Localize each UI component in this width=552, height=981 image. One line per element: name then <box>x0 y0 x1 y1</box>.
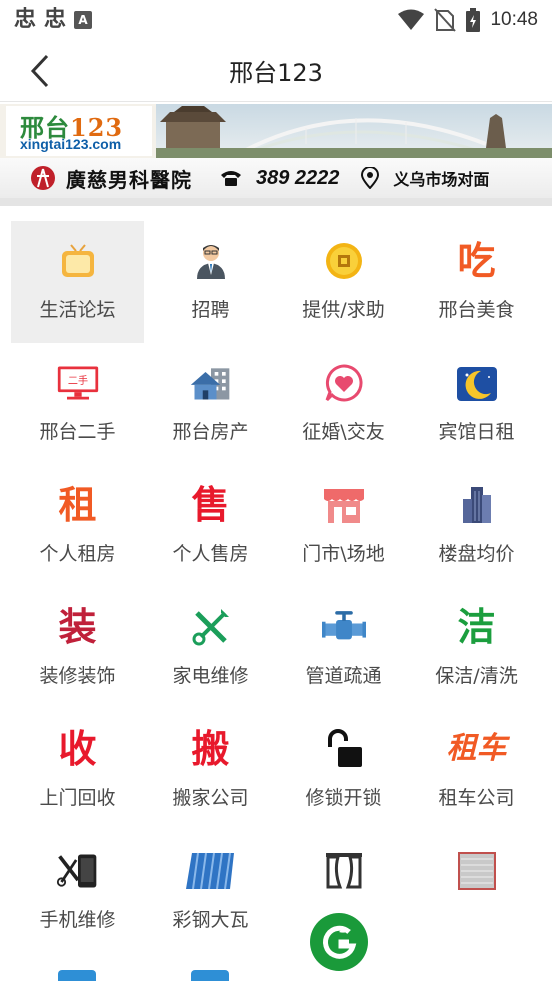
hospital-phone: 389 2222 <box>256 166 340 189</box>
moon-icon <box>455 361 499 405</box>
no-sim-icon <box>434 8 457 32</box>
car-rent-char-icon: 租车 <box>446 731 507 766</box>
hospital-address: 义乌市场对面 <box>393 170 490 189</box>
accessibility-icon: A <box>74 11 93 29</box>
clock: 10:48 <box>490 9 538 30</box>
phone-icon <box>221 171 241 186</box>
page-title: 邢台123 <box>229 59 323 87</box>
leaf-g-icon <box>323 925 357 959</box>
sell-char-icon: 售 <box>191 483 230 527</box>
partial-icon <box>191 970 229 981</box>
category-storefront[interactable]: 门市\场地 <box>277 465 410 587</box>
steel-tile-icon <box>184 849 238 893</box>
category-life-forum[interactable]: 生活论坛 <box>11 221 144 343</box>
category-label: 门市\场地 <box>302 543 385 565</box>
rent-char-icon: 租 <box>58 483 97 527</box>
category-decoration[interactable]: 装 装修装饰 <box>11 587 144 709</box>
category-pipe-cleaning[interactable]: 管道疏通 <box>277 587 410 709</box>
category-label: 修锁开锁 <box>305 787 382 809</box>
monitor-secondhand-icon: 二手 <box>56 361 100 405</box>
category-appliance-repair[interactable]: 家电维修 <box>144 587 277 709</box>
businessman-icon <box>189 239 233 283</box>
category-label: 彩钢大瓦 <box>172 909 249 931</box>
building-house-icon <box>189 361 233 405</box>
category-label: 楼盘均价 <box>438 543 515 565</box>
category-label: 手机维修 <box>39 909 116 931</box>
skyscraper-icon <box>455 483 499 527</box>
ad-banner[interactable]: 邢台123 xingtai123.com 廣慈男科醫院 389 2222 义乌市… <box>0 104 552 198</box>
category-label: 租车公司 <box>438 787 515 809</box>
wifi-icon <box>398 9 425 30</box>
category-food[interactable]: 吃 邢台美食 <box>410 221 543 343</box>
battery-icon <box>466 8 481 32</box>
clean-char-icon: 洁 <box>457 605 496 649</box>
recycle-char-icon: 收 <box>58 727 97 771</box>
category-offer-help[interactable]: 提供/求助 <box>277 221 410 343</box>
category-label: 搬家公司 <box>172 787 249 809</box>
notification-icon: 忠 <box>44 7 67 32</box>
category-label: 装修装饰 <box>39 665 116 687</box>
tools-icon <box>189 605 233 649</box>
location-pin-icon <box>361 167 380 189</box>
category-secondhand[interactable]: 二手 邢台二手 <box>11 343 144 465</box>
category-label: 保洁/清洗 <box>435 665 518 687</box>
hospital-name: 廣慈男科醫院 <box>66 167 192 192</box>
decorate-char-icon: 装 <box>58 605 97 649</box>
category-phone-repair[interactable]: 手机维修 <box>11 831 144 953</box>
category-housing-price[interactable]: 楼盘均价 <box>410 465 543 587</box>
hospital-logo-icon <box>31 166 55 190</box>
category-locksmith[interactable]: 修锁开锁 <box>277 709 410 831</box>
category-label: 征婚\交友 <box>302 421 385 443</box>
shutter-icon <box>455 849 499 893</box>
city-bridge-image <box>156 104 552 158</box>
logo-url: xingtai123.com <box>20 136 122 152</box>
category-hotel[interactable]: 宾馆日租 <box>410 343 543 465</box>
notification-icon: 忠 <box>14 7 37 32</box>
coin-icon <box>322 239 366 283</box>
category-label: 招聘 <box>191 299 230 321</box>
unlock-icon <box>322 727 366 771</box>
category-rent[interactable]: 租 个人租房 <box>11 465 144 587</box>
divider <box>0 198 552 206</box>
tv-icon <box>56 239 100 283</box>
back-button[interactable] <box>20 52 60 90</box>
category-steel-tile[interactable]: 彩钢大瓦 <box>144 831 277 953</box>
category-label: 邢台房产 <box>172 421 249 443</box>
category-jobs[interactable]: 招聘 <box>144 221 277 343</box>
category-sell-house[interactable]: 售 个人售房 <box>144 465 277 587</box>
storefront-icon <box>322 483 366 527</box>
category-shutter[interactable] <box>410 831 543 953</box>
category-label: 上门回收 <box>39 787 116 809</box>
category-label: 家电维修 <box>172 665 249 687</box>
category-cleaning[interactable]: 洁 保洁/清洗 <box>410 587 543 709</box>
curtain-icon <box>322 849 366 893</box>
category-recycling[interactable]: 收 上门回收 <box>11 709 144 831</box>
category-label: 宾馆日租 <box>438 421 515 443</box>
category-car-rental[interactable]: 租车 租车公司 <box>410 709 543 831</box>
move-char-icon: 搬 <box>191 727 230 771</box>
category-grid: 生活论坛 招聘 提供/求助 吃 邢台美食 二手 邢台二手 邢台房产 征婚\交友 … <box>11 221 541 953</box>
category-label: 管道疏通 <box>305 665 382 687</box>
category-label: 个人租房 <box>39 543 116 565</box>
phone-repair-icon <box>56 849 100 893</box>
category-label: 邢台二手 <box>39 421 116 443</box>
pipe-valve-icon <box>321 605 366 649</box>
eat-char-icon: 吃 <box>457 239 496 283</box>
app-header: 邢台123 <box>0 40 552 102</box>
svg-text:二手: 二手 <box>67 374 87 387</box>
category-real-estate[interactable]: 邢台房产 <box>144 343 277 465</box>
category-label: 生活论坛 <box>39 299 116 321</box>
app-logo-button[interactable] <box>310 913 368 971</box>
category-moving[interactable]: 搬 搬家公司 <box>144 709 277 831</box>
status-bar: 忠 忠 A 10:48 <box>0 0 552 40</box>
chevron-left-icon <box>30 54 49 88</box>
category-label: 提供/求助 <box>302 299 385 321</box>
category-dating[interactable]: 征婚\交友 <box>277 343 410 465</box>
category-label: 个人售房 <box>172 543 249 565</box>
partial-icon <box>58 970 96 981</box>
category-label: 邢台美食 <box>438 299 515 321</box>
site-logo: 邢台123 xingtai123.com <box>6 106 152 156</box>
heart-chat-icon <box>322 361 366 405</box>
